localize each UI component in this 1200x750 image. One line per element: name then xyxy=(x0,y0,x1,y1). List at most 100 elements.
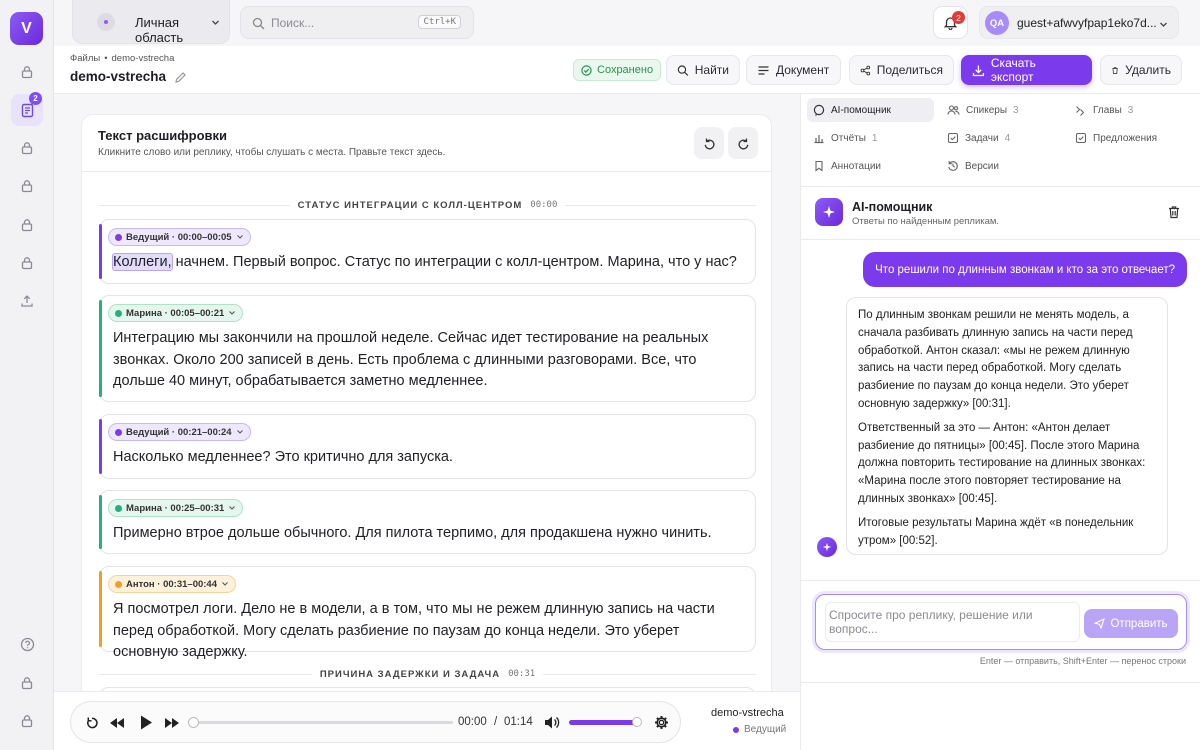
redo-button[interactable] xyxy=(728,127,758,159)
transcript-segment[interactable]: Антон · 00:31–00:44 Я посмотрел логи. Де… xyxy=(99,566,756,660)
transcript-segment[interactable]: Ведущий · 00:00–00:05 Коллеги, начнем. П… xyxy=(99,219,756,284)
tab-chapters[interactable]: Главы 3 xyxy=(1069,98,1139,122)
speaker-chip[interactable]: Ведущий · 00:21–00:24 xyxy=(108,423,251,441)
lock-icon[interactable] xyxy=(11,667,43,699)
breadcrumb: Файлы • demo-vstrecha xyxy=(70,53,174,64)
edit-icon[interactable] xyxy=(174,71,187,84)
download-export-button[interactable]: Скачать экспорт xyxy=(961,55,1092,85)
workspace-switcher[interactable]: Личная область xyxy=(72,0,230,45)
app-rail: V 2 xyxy=(0,0,54,750)
transcript-segment[interactable]: Марина · 00:05–00:21 Интеграцию мы закон… xyxy=(99,295,756,402)
segment-text[interactable]: Примерно втрое дольше обычного. Для пило… xyxy=(113,523,743,545)
segment-text[interactable]: Интеграцию мы закончили на прошлой недел… xyxy=(113,328,743,393)
divider xyxy=(82,171,771,172)
transcript-title: Текст расшифровки xyxy=(98,128,228,143)
fast-forward-icon[interactable] xyxy=(164,716,180,730)
section-divider: ПРИЧИНА ЗАДЕРЖКИ И ЗАДАЧА 00:31 xyxy=(99,667,757,681)
user-menu[interactable]: QA guest+afwvyfpap1eko7d... xyxy=(979,6,1179,39)
progress-track[interactable] xyxy=(188,717,453,728)
trash-icon xyxy=(1112,66,1118,74)
tab-speakers[interactable]: Спикеры 3 xyxy=(941,98,1025,122)
document-button[interactable]: Документ xyxy=(746,55,841,85)
search-shortcut: Ctrl+K xyxy=(418,15,461,29)
highlighted-word[interactable]: Коллеги, xyxy=(112,253,173,271)
undo-button[interactable] xyxy=(694,127,724,159)
speaker-label: Марина · 00:25–00:31 xyxy=(126,502,225,514)
chapters-icon xyxy=(1076,106,1085,116)
segment-text[interactable]: Насколько медленнее? Это критично для за… xyxy=(113,447,743,469)
current-time: 00:00 xyxy=(458,716,487,728)
bookmark-icon xyxy=(815,160,823,172)
play-icon[interactable] xyxy=(139,714,153,731)
tab-suggestions[interactable]: Предложения xyxy=(1069,126,1163,150)
tab-reports[interactable]: Отчёты 1 xyxy=(807,126,883,150)
share-button[interactable]: Поделиться xyxy=(849,55,954,85)
lock-icon[interactable] xyxy=(11,56,43,88)
player-controls: 00:00 / 01:14 xyxy=(70,701,681,743)
progress-handle[interactable] xyxy=(188,717,199,728)
search-icon xyxy=(677,64,689,76)
speaker-chip[interactable]: Марина · 00:05–00:21 xyxy=(108,304,244,322)
divider xyxy=(801,186,1200,187)
user-message-bubble: Что решили по длинным звонкам и кто за э… xyxy=(863,252,1187,287)
search-input[interactable]: Поиск... xyxy=(271,16,314,30)
lock-icon[interactable] xyxy=(11,209,43,241)
user-name: guest+afwvyfpap1eko7d... xyxy=(1017,16,1157,30)
upload-icon[interactable] xyxy=(11,285,43,317)
segment-text[interactable]: Коллеги, начнем. Первый вопрос. Статус п… xyxy=(112,252,743,274)
checkbox-icon xyxy=(947,132,959,144)
delete-button[interactable]: Удалить xyxy=(1100,55,1182,85)
find-button[interactable]: Найти xyxy=(666,55,740,85)
report-icon xyxy=(814,135,824,144)
send-button[interactable]: Отправить xyxy=(1084,609,1178,638)
breadcrumb-root[interactable]: Файлы xyxy=(70,53,100,64)
search-icon xyxy=(252,17,265,30)
lock-icon[interactable] xyxy=(11,132,43,164)
tab-tasks[interactable]: Задачи 4 xyxy=(941,126,1016,150)
lock-icon[interactable] xyxy=(11,247,43,279)
gear-icon[interactable] xyxy=(654,715,669,730)
trash-icon[interactable] xyxy=(1167,205,1181,219)
message-input[interactable]: Спросите про реплику, решение или вопрос… xyxy=(825,602,1080,642)
undo-icon xyxy=(704,138,715,149)
history-icon xyxy=(948,161,958,171)
restart-icon[interactable] xyxy=(85,716,99,730)
notifications-button[interactable]: 2 xyxy=(933,6,968,39)
tab-annotations[interactable]: Аннотации xyxy=(807,154,887,178)
answer-paragraph: По длинным звонкам решили не менять моде… xyxy=(858,309,1133,410)
lock-icon[interactable] xyxy=(11,170,43,202)
chevron-down-icon xyxy=(236,235,243,239)
volume-handle[interactable] xyxy=(632,717,643,727)
transcript-segment[interactable]: Марина · 00:25–00:31 Примерно втрое доль… xyxy=(99,490,756,554)
segment-text[interactable]: Я посмотрел логи. Дело не в модели, а в … xyxy=(113,599,743,664)
lock-icon[interactable] xyxy=(11,705,43,737)
assistant-subtitle: Ответы по найденным репликам. xyxy=(852,216,1000,227)
speaker-chip[interactable]: Ведущий · 00:00–00:05 xyxy=(108,228,251,246)
tab-ai-assistant[interactable]: AI-помощник xyxy=(807,98,934,122)
speaker-chip[interactable]: Марина · 00:25–00:31 xyxy=(108,499,244,517)
share-label: Поделиться xyxy=(876,63,943,77)
rewind-icon[interactable] xyxy=(109,716,125,730)
breadcrumb-current: demo-vstrecha xyxy=(111,53,175,64)
chevron-down-icon xyxy=(222,582,228,586)
volume-icon[interactable] xyxy=(544,715,560,730)
transcript-segment[interactable]: Ведущий · 00:21–00:24 Насколько медленне… xyxy=(99,414,756,479)
section-divider: СТАТУС ИНТЕГРАЦИИ С КОЛЛ-ЦЕНТРОМ 00:00 xyxy=(99,198,757,212)
saved-label: Сохранено xyxy=(597,64,654,76)
documents-nav-button[interactable]: 2 xyxy=(11,92,43,126)
tab-versions[interactable]: Версии xyxy=(941,154,1005,178)
assistant-answer-bubble: По длинным звонкам решили не менять моде… xyxy=(846,297,1168,555)
help-icon[interactable] xyxy=(11,628,43,660)
notifications-badge: 2 xyxy=(952,11,965,24)
app-logo[interactable]: V xyxy=(10,12,43,45)
page-title: demo-vstrecha xyxy=(70,69,167,84)
speaker-chip[interactable]: Антон · 00:31–00:44 xyxy=(108,575,236,593)
search-box[interactable]: Поиск... Ctrl+K xyxy=(240,6,474,39)
document-header: Файлы • demo-vstrecha demo-vstrecha Сохр… xyxy=(54,46,1200,94)
volume-slider[interactable] xyxy=(569,717,643,727)
share-icon xyxy=(860,65,871,75)
sparkle-icon xyxy=(823,206,835,218)
transcript-subtitle: Кликните слово или реплику, чтобы слушат… xyxy=(98,147,446,158)
users-icon xyxy=(947,105,960,115)
speaker-label: Ведущий · 00:21–00:24 xyxy=(126,426,232,438)
